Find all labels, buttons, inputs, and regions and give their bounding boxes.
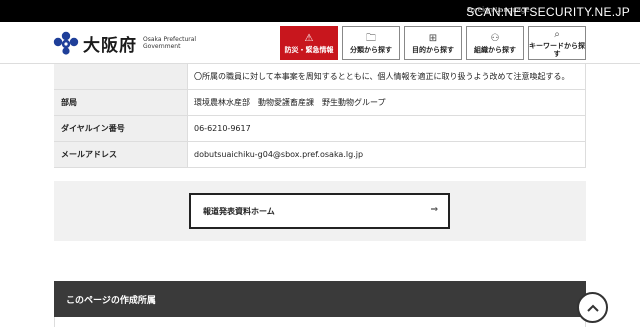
org-chart-icon: ⚇ xyxy=(490,32,500,44)
section-title: このページの作成所属 xyxy=(66,295,156,306)
contact-table: 〇所属の職員に対して本事案を周知するとともに、個人情報を適正に取り扱うよう改めて… xyxy=(54,64,586,168)
press-release-home-button[interactable]: 報道発表資料ホーム ⇒ xyxy=(189,193,450,229)
table-row: 〇所属の職員に対して本事案を周知するとともに、個人情報を適正に取り扱うよう改めて… xyxy=(54,64,586,90)
table-row: メールアドレス dobutsuaichiku-g04@sbox.pref.osa… xyxy=(54,142,586,168)
nav-purpose-button[interactable]: ⊞ 目的から探す xyxy=(404,26,462,60)
chevron-up-icon xyxy=(586,304,599,312)
folder-search-icon: 🗀 xyxy=(366,32,376,44)
nav-organization-button[interactable]: ⚇ 組織から探す xyxy=(466,26,524,60)
osaka-emblem-icon xyxy=(53,31,79,55)
table-cell: 〇所属の職員に対して本事案を周知するとともに、個人情報を適正に取り扱うよう改めて… xyxy=(187,64,586,89)
grid-icon: ⊞ xyxy=(428,32,438,44)
nav-keyword-button[interactable]: ⌕ キーワードから探す xyxy=(528,26,586,60)
logo-english: Osaka Prefectural Government xyxy=(143,36,197,50)
nav-category-button[interactable]: 🗀 分類から探す xyxy=(342,26,400,60)
creator-section-header: このページの作成所属 xyxy=(54,281,586,317)
site-header: 大阪府 Osaka Prefectural Government ⚠ 防災・緊急… xyxy=(0,22,640,64)
table-header-cell: メールアドレス xyxy=(54,142,187,167)
top-bar: Foreign Language SCAN:NETSECURITY.NE.JP xyxy=(0,0,640,22)
table-cell: 環境農林水産部 動物愛護畜産課 野生動物グループ xyxy=(187,90,586,115)
table-row: 部局 環境農林水産部 動物愛護畜産課 野生動物グループ xyxy=(54,90,586,116)
table-cell: 06-6210-9617 xyxy=(187,116,586,141)
table-cell[interactable]: dobutsuaichiku-g04@sbox.pref.osaka.lg.jp xyxy=(187,142,586,167)
back-to-top-button[interactable] xyxy=(577,292,608,323)
arrow-right-icon: ⇒ xyxy=(430,205,438,215)
warning-icon: ⚠ xyxy=(304,32,314,44)
table-header-cell xyxy=(54,64,187,89)
logo-name: 大阪府 xyxy=(83,35,137,56)
watermark: SCAN:NETSECURITY.NE.JP xyxy=(466,5,630,19)
site-logo[interactable]: 大阪府 Osaka Prefectural Government xyxy=(52,30,203,56)
nav-disaster-button[interactable]: ⚠ 防災・緊急情報 xyxy=(280,26,338,60)
section-body xyxy=(54,317,586,327)
table-row: ダイヤルイン番号 06-6210-9617 xyxy=(54,116,586,142)
table-header-cell: 部局 xyxy=(54,90,187,115)
search-icon: ⌕ xyxy=(554,28,560,40)
press-release-panel: 報道発表資料ホーム ⇒ xyxy=(54,181,586,241)
table-header-cell: ダイヤルイン番号 xyxy=(54,116,187,141)
